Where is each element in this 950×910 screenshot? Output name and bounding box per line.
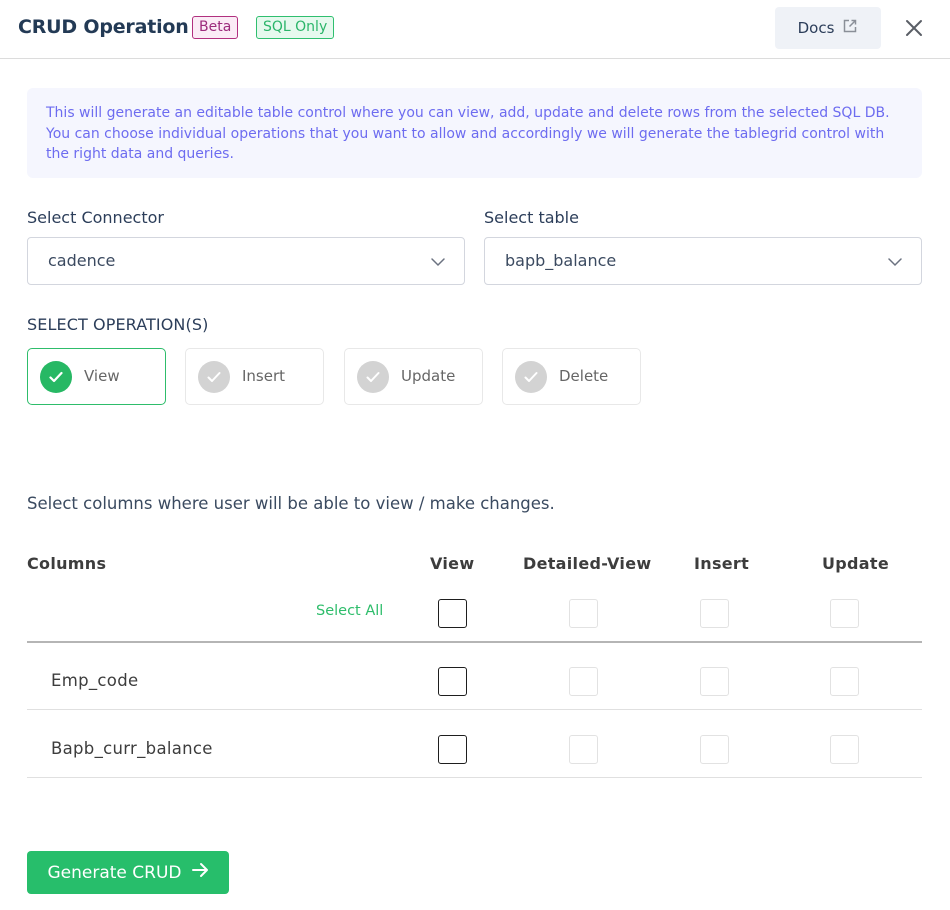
row-detailed-view-checkbox[interactable]: [569, 735, 598, 764]
operation-view[interactable]: View: [27, 348, 166, 405]
arrow-right-icon: [191, 862, 209, 883]
divider: [27, 709, 922, 710]
row-insert-checkbox[interactable]: [700, 735, 729, 764]
generate-crud-button[interactable]: Generate CRUD: [27, 851, 229, 894]
header-columns: Columns: [27, 554, 107, 573]
select-all-view-checkbox[interactable]: [438, 599, 467, 628]
operation-insert[interactable]: Insert: [185, 348, 324, 405]
select-all-update-checkbox[interactable]: [830, 599, 859, 628]
column-name: Bapb_curr_balance: [51, 739, 213, 758]
row-view-checkbox[interactable]: [438, 735, 467, 764]
row-detailed-view-checkbox[interactable]: [569, 667, 598, 696]
column-name: Emp_code: [51, 671, 139, 690]
operations-heading: SELECT OPERATION(S): [27, 315, 209, 334]
table-select[interactable]: bapb_balance: [484, 237, 922, 285]
select-all-insert-checkbox[interactable]: [700, 599, 729, 628]
operation-label: Update: [401, 367, 456, 385]
operation-label: Delete: [559, 367, 609, 385]
check-circle-icon: [515, 361, 547, 393]
operation-label: View: [84, 367, 120, 385]
select-all-link[interactable]: Select All: [316, 603, 383, 619]
divider: [27, 777, 922, 778]
sql-only-badge: SQL Only: [256, 16, 335, 39]
row-update-checkbox[interactable]: [830, 735, 859, 764]
header-view: View: [430, 554, 475, 573]
dialog-header: CRUD Operation Beta SQL Only Docs: [0, 0, 950, 59]
row-view-checkbox[interactable]: [438, 667, 467, 696]
columns-description: Select columns where user will be able t…: [27, 494, 555, 513]
docs-label: Docs: [797, 19, 835, 37]
header-detailed-view: Detailed-View: [523, 554, 652, 573]
header-insert: Insert: [694, 554, 750, 573]
generate-label: Generate CRUD: [47, 862, 182, 883]
operation-update[interactable]: Update: [344, 348, 483, 405]
operation-label: Insert: [242, 367, 286, 385]
docs-button[interactable]: Docs: [775, 7, 881, 49]
check-circle-icon: [357, 361, 389, 393]
info-banner: This will generate an editable table con…: [27, 88, 922, 178]
row-insert-checkbox[interactable]: [700, 667, 729, 696]
table-value: bapb_balance: [505, 251, 617, 270]
chevron-down-icon: [887, 254, 903, 270]
connector-value: cadence: [48, 251, 116, 270]
check-circle-icon: [198, 361, 230, 393]
divider: [27, 641, 922, 643]
connector-select[interactable]: cadence: [27, 237, 465, 285]
chevron-down-icon: [430, 254, 446, 270]
beta-badge: Beta: [192, 16, 239, 39]
operation-delete[interactable]: Delete: [502, 348, 641, 405]
header-update: Update: [822, 554, 889, 573]
select-all-detailed-view-checkbox[interactable]: [569, 599, 598, 628]
dialog-title: CRUD Operation: [18, 16, 189, 38]
table-label: Select table: [484, 208, 579, 227]
row-update-checkbox[interactable]: [830, 667, 859, 696]
external-link-icon: [842, 18, 858, 38]
close-button[interactable]: [902, 16, 926, 40]
close-icon: [902, 20, 926, 44]
connector-label: Select Connector: [27, 208, 164, 227]
check-circle-icon: [40, 361, 72, 393]
